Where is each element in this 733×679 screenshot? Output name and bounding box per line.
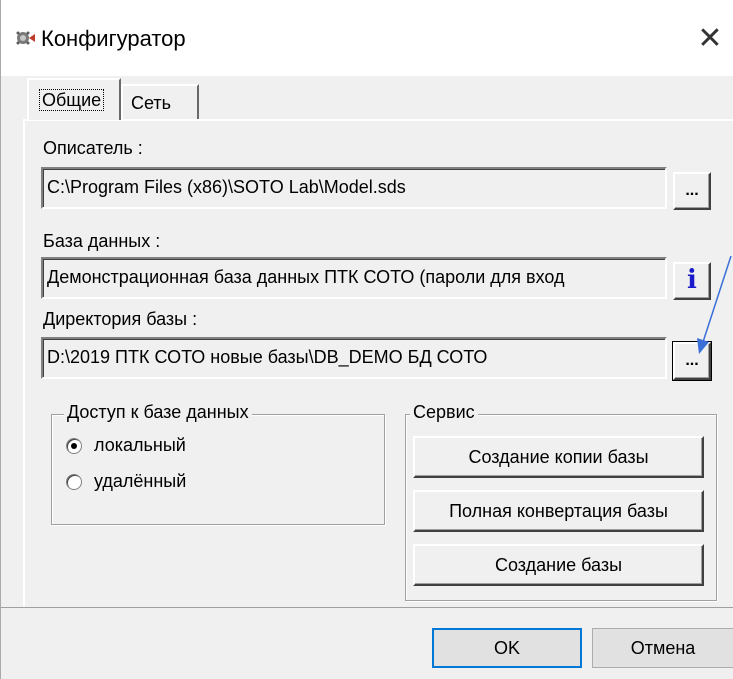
cancel-button[interactable]: Отмена	[592, 628, 733, 668]
database-name-field[interactable]: Демонстрационная база данных ПТК СОТО (п…	[41, 257, 667, 299]
service-groupbox: Сервис Создание копии базы Полная конвер…	[405, 402, 717, 601]
footer-divider	[1, 607, 733, 608]
general-tab-panel: Описатель : C:\Program Files (x86)\SOTO …	[23, 119, 733, 607]
tab-network[interactable]: Сеть	[121, 84, 199, 120]
describer-path-field[interactable]: C:\Program Files (x86)\SOTO Lab\Model.sd…	[41, 167, 667, 209]
radio-local-label: локальный	[94, 435, 186, 455]
tab-general[interactable]: Общие	[27, 78, 121, 120]
app-icon	[16, 31, 35, 45]
create-db-button[interactable]: Создание базы	[413, 544, 704, 586]
radio-circle	[66, 437, 82, 454]
radio-local[interactable]: локальный	[66, 435, 186, 456]
tab-general-label: Общие	[39, 89, 105, 111]
service-groupbox-title: Сервис	[410, 402, 478, 423]
describer-label: Описатель :	[43, 138, 143, 158]
radio-remote-label: удалённый	[94, 471, 187, 491]
access-groupbox: Доступ к базе данных локальный удалённый	[51, 402, 385, 525]
access-groupbox-title: Доступ к базе данных	[64, 402, 252, 423]
configurator-dialog: Конфигуратор ✕ Общие Сеть Описатель : C:…	[0, 0, 733, 679]
ellipsis-icon: ...	[685, 182, 699, 199]
db-directory-label: Директория базы :	[43, 309, 198, 329]
close-icon[interactable]: ✕	[687, 16, 733, 62]
title-bar: Конфигуратор ✕	[1, 0, 733, 76]
ok-button[interactable]: OK	[432, 628, 582, 668]
database-label: База данных :	[43, 231, 161, 251]
radio-circle	[66, 473, 82, 490]
create-db-copy-button[interactable]: Создание копии базы	[413, 436, 704, 478]
tab-network-label: Сеть	[131, 93, 172, 113]
annotation-arrow	[697, 255, 732, 354]
describer-browse-button[interactable]: ...	[673, 172, 711, 210]
db-directory-field[interactable]: D:\2019 ПТК СОТО новые базы\DB_DEMO БД С…	[41, 337, 667, 379]
radio-remote[interactable]: удалённый	[66, 471, 186, 492]
full-db-conversion-button[interactable]: Полная конвертация базы	[413, 490, 704, 532]
window-title: Конфигуратор	[41, 26, 186, 51]
